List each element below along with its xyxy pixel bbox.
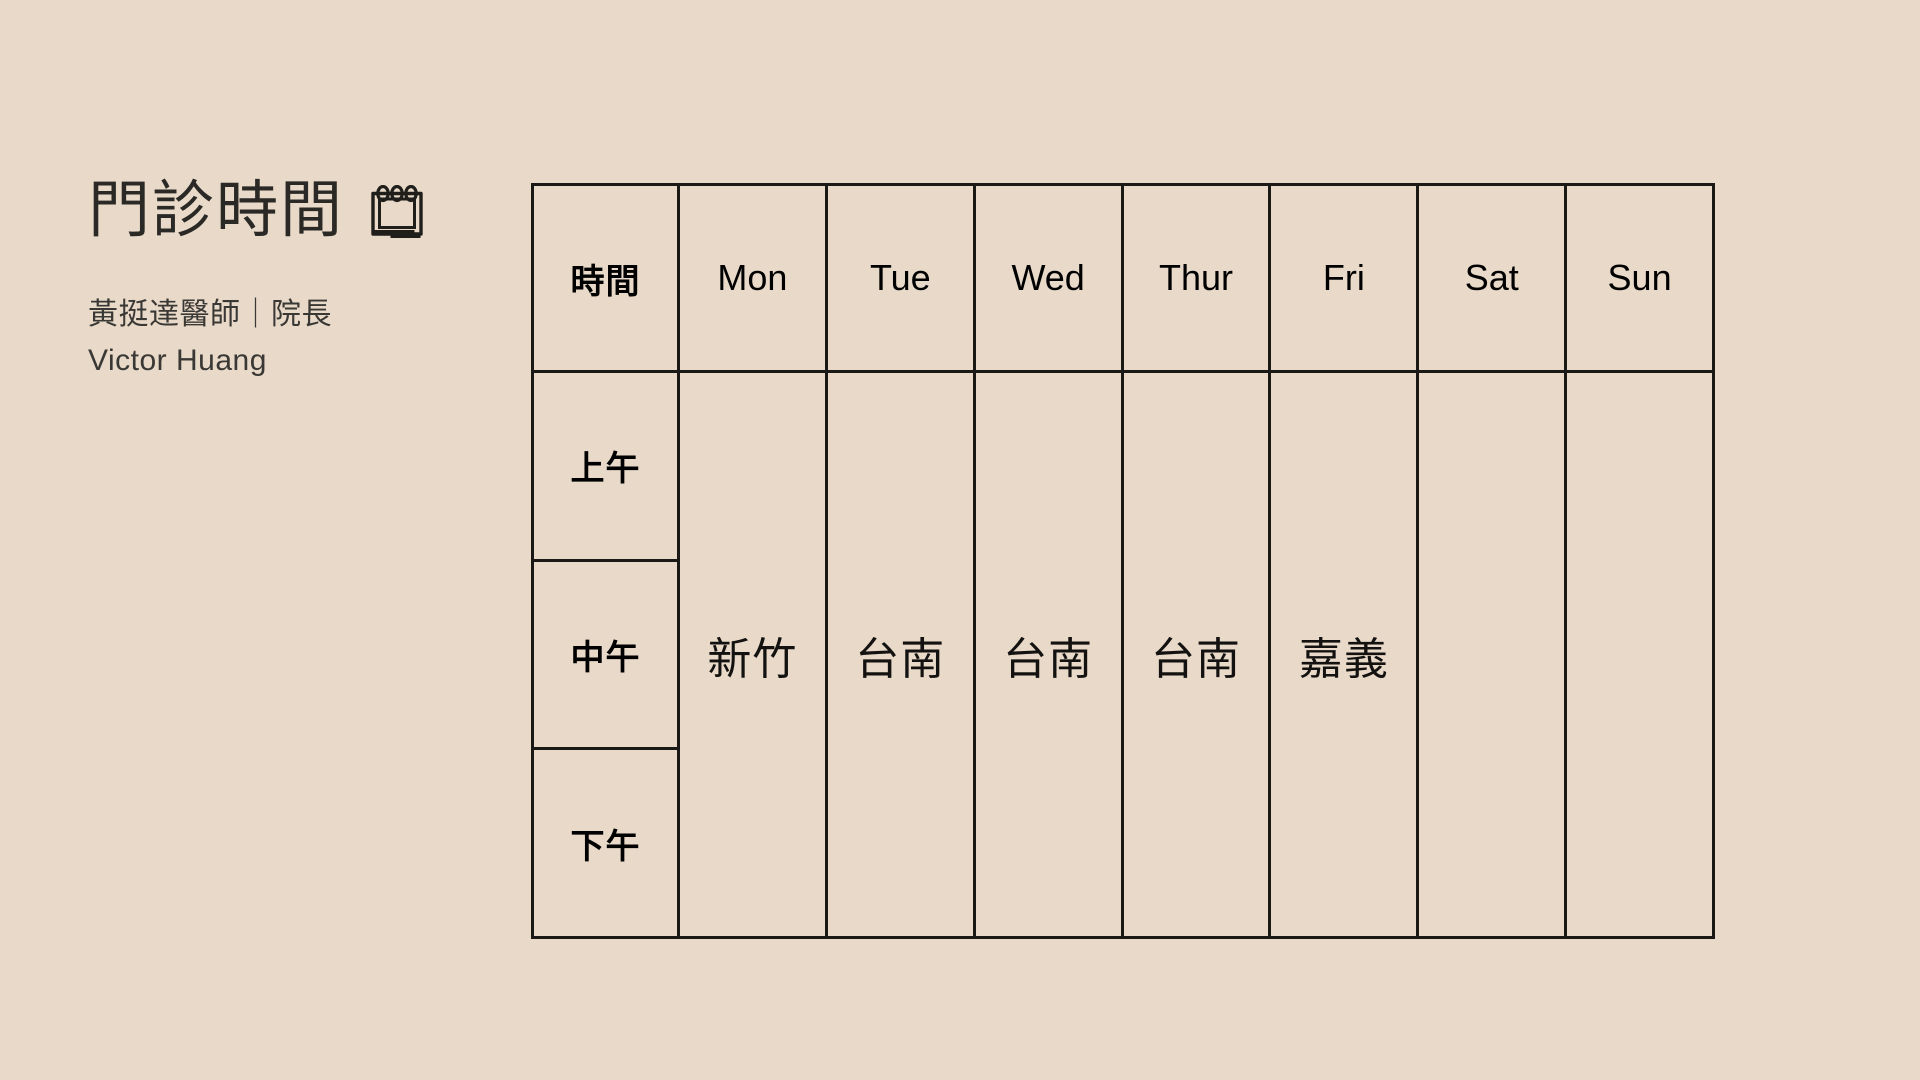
schedule-poster: 門診時間 黃挺達醫師｜院長 Victor Huang 時間 上午 中午 下午 M… bbox=[0, 0, 1920, 1080]
time-header-label: 時間 bbox=[570, 262, 641, 301]
day-header-label-tue: Tue bbox=[869, 257, 931, 298]
schedule-table: 時間 上午 中午 下午 Mon 新竹 Tue 台南 Wed 台南 Thur 台南… bbox=[531, 183, 1715, 939]
time-column: 時間 上午 中午 下午 bbox=[534, 186, 680, 936]
day-value-thur: 台南 bbox=[1151, 634, 1241, 684]
time-row-noon: 中午 bbox=[534, 562, 677, 751]
day-header-label-fri: Fri bbox=[1322, 257, 1365, 298]
time-row-afternoon: 下午 bbox=[534, 750, 677, 936]
day-header-wed: Wed bbox=[975, 186, 1121, 373]
day-header-label-sun: Sun bbox=[1607, 257, 1672, 298]
day-body-sat bbox=[1419, 373, 1564, 936]
day-header-thur: Thur bbox=[1123, 186, 1269, 373]
day-header-tue: Tue bbox=[827, 186, 973, 373]
day-header-fri: Fri bbox=[1271, 186, 1417, 373]
day-body-tue: 台南 bbox=[828, 373, 973, 936]
day-column-sat: Sat bbox=[1419, 186, 1568, 936]
day-header-label-wed: Wed bbox=[1011, 257, 1085, 298]
doctor-name-title: 黃挺達醫師｜院長 bbox=[88, 298, 332, 331]
doctor-name-english: Victor Huang bbox=[88, 343, 267, 377]
day-value-wed: 台南 bbox=[1003, 634, 1094, 684]
day-body-mon: 新竹 bbox=[680, 373, 825, 936]
day-columns: Mon 新竹 Tue 台南 Wed 台南 Thur 台南 Fri 嘉義 Sat … bbox=[680, 186, 1713, 936]
day-body-thur: 台南 bbox=[1124, 373, 1269, 936]
day-value-fri: 嘉義 bbox=[1298, 634, 1389, 684]
day-body-fri: 嘉義 bbox=[1271, 373, 1416, 936]
calendar-icon bbox=[371, 185, 423, 238]
day-header-sat: Sat bbox=[1419, 186, 1565, 373]
day-value-tue: 台南 bbox=[855, 634, 946, 684]
time-column-header: 時間 bbox=[534, 186, 677, 373]
day-column-fri: Fri 嘉義 bbox=[1271, 186, 1420, 936]
time-row-label-afternoon: 下午 bbox=[570, 827, 641, 866]
day-header-mon: Mon bbox=[680, 186, 825, 373]
time-row-morning: 上午 bbox=[534, 373, 677, 562]
day-header-label-mon: Mon bbox=[717, 257, 788, 298]
header-panel: 門診時間 黃挺達醫師｜院長 Victor Huang bbox=[88, 168, 508, 383]
day-header-sun: Sun bbox=[1567, 186, 1713, 373]
day-header-label-sat: Sat bbox=[1464, 257, 1519, 298]
day-column-mon: Mon 新竹 bbox=[680, 186, 828, 936]
day-column-wed: Wed 台南 bbox=[975, 186, 1124, 936]
doctor-info: 黃挺達醫師｜院長 Victor Huang bbox=[88, 292, 508, 383]
title-row: 門診時間 bbox=[88, 168, 508, 254]
day-body-sun bbox=[1567, 373, 1712, 936]
page-title: 門診時間 bbox=[88, 176, 345, 245]
day-column-tue: Tue 台南 bbox=[827, 186, 976, 936]
day-column-sun: Sun bbox=[1567, 186, 1713, 936]
day-header-label-thur: Thur bbox=[1158, 257, 1234, 298]
time-row-label-noon: 中午 bbox=[570, 639, 641, 677]
day-value-mon: 新竹 bbox=[707, 634, 798, 684]
time-row-label-morning: 上午 bbox=[570, 450, 641, 489]
day-column-thur: Thur 台南 bbox=[1123, 186, 1272, 936]
day-body-wed: 台南 bbox=[976, 373, 1121, 936]
